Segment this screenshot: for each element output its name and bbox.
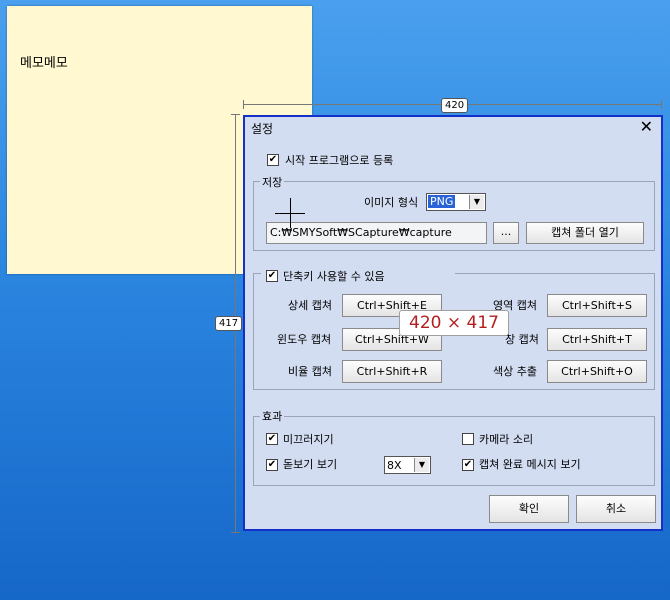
height-guide-tick-top: [231, 114, 240, 115]
chevron-down-icon: ▼: [414, 458, 429, 472]
magnifier-zoom-select[interactable]: 8X ▼: [384, 456, 431, 474]
slide-checkbox[interactable]: ✔: [266, 433, 278, 445]
effects-group: [253, 416, 655, 486]
hotkey-label-ratio: 비율 캡쳐: [288, 365, 332, 378]
hotkey-active-window-capture[interactable]: Ctrl+Shift+T: [547, 328, 647, 351]
complete-message-checkbox[interactable]: ✔: [462, 459, 474, 471]
ok-button[interactable]: 확인: [489, 495, 569, 523]
hotkey-enable-checkbox[interactable]: ✔: [266, 270, 278, 282]
crosshair-cursor-icon-vertical: [290, 198, 291, 228]
hotkey-label-detail: 상세 캡쳐: [288, 299, 332, 312]
hotkey-ratio-capture[interactable]: Ctrl+Shift+R: [342, 360, 442, 383]
camera-sound-label: 카메라 소리: [479, 433, 534, 446]
width-guide-tick-right: [661, 100, 662, 109]
image-format-value: PNG: [428, 195, 456, 208]
hotkey-color-pick[interactable]: Ctrl+Shift+O: [547, 360, 647, 383]
close-icon[interactable]: ✕: [640, 119, 653, 135]
hotkey-region-capture[interactable]: Ctrl+Shift+S: [547, 294, 647, 317]
magnifier-label: 돋보기 보기: [283, 458, 338, 471]
hotkey-label-color-pick: 색상 추출: [493, 365, 537, 378]
image-format-label: 이미지 형식: [364, 196, 419, 209]
hotkey-enable-label: 단축키 사용할 수 있음: [283, 270, 385, 283]
slide-label: 미끄러지기: [283, 433, 334, 446]
startup-checkbox[interactable]: ✔: [267, 154, 279, 166]
magnifier-checkbox[interactable]: ✔: [266, 459, 278, 471]
chevron-down-icon: ▼: [469, 195, 484, 209]
cancel-button[interactable]: 취소: [576, 495, 656, 523]
image-format-select[interactable]: PNG ▼: [426, 193, 486, 211]
hotkey-label-active-window: 창 캡쳐: [505, 333, 539, 346]
effects-group-label: 효과: [260, 408, 285, 424]
width-label: 420: [441, 98, 469, 113]
hotkey-label-window: 윈도우 캡쳐: [277, 333, 332, 346]
browse-button[interactable]: ...: [493, 222, 519, 244]
dialog-title: 설정: [251, 122, 274, 136]
size-overlay: 420 × 417: [399, 310, 509, 336]
save-path-field[interactable]: C:₩SMYSoft₩SCapture₩capture: [266, 222, 487, 244]
height-label: 417: [215, 316, 243, 331]
camera-sound-checkbox[interactable]: [462, 433, 474, 445]
width-guide-tick-left: [243, 100, 244, 109]
magnifier-zoom-value: 8X: [387, 459, 402, 472]
open-capture-folder-button[interactable]: 캡쳐 폴더 열기: [526, 222, 644, 244]
sticky-note-text: 메모메모: [20, 56, 68, 71]
startup-label: 시작 프로그램으로 등록: [285, 154, 394, 167]
complete-message-label: 캡쳐 완료 메시지 보기: [479, 458, 581, 471]
save-group-label: 저장: [260, 174, 285, 190]
height-guide-tick-bottom: [231, 532, 240, 533]
